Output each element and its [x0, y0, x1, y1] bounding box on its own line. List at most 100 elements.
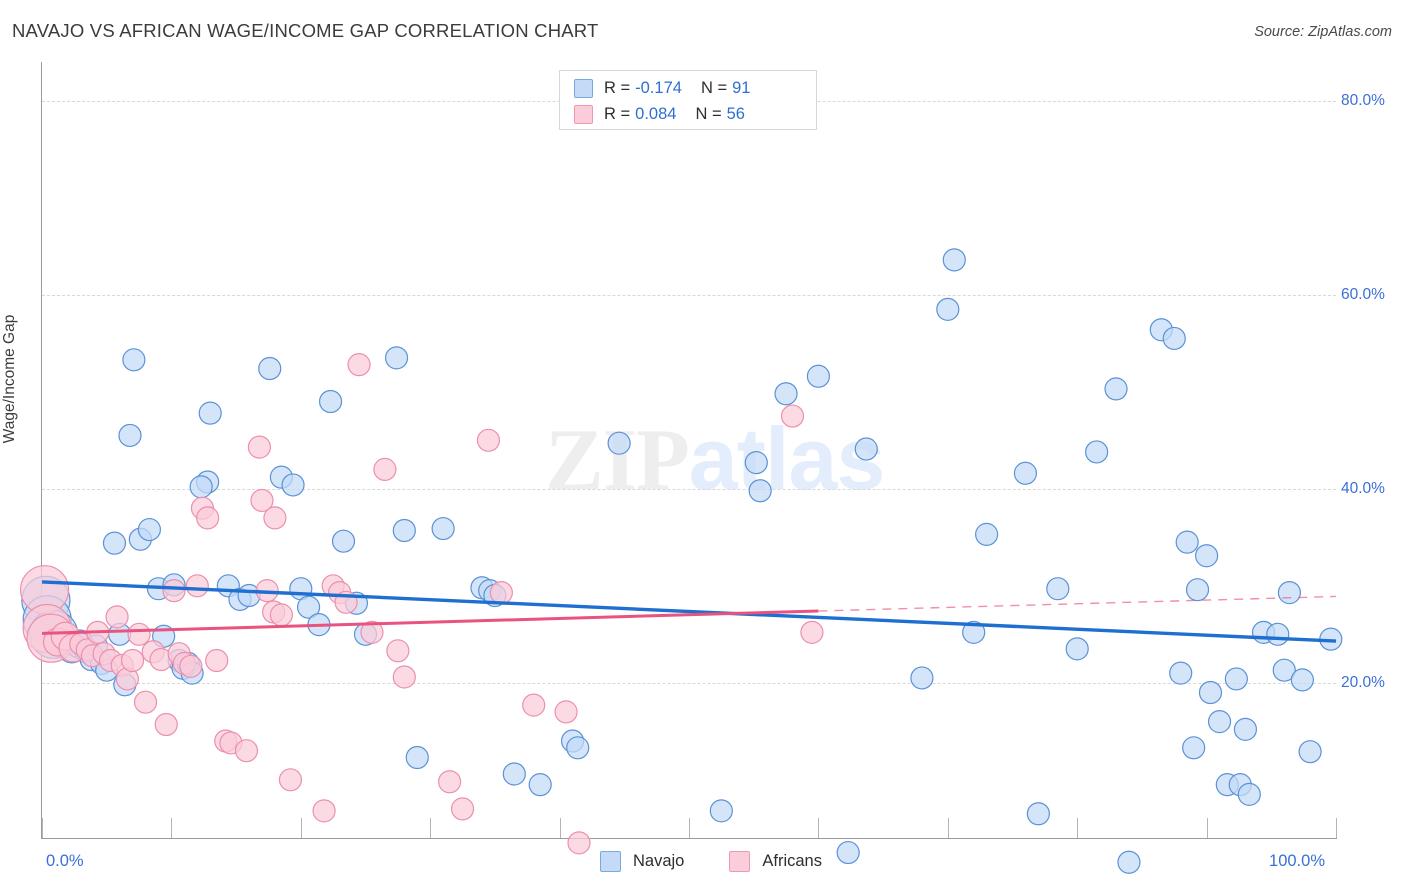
data-point: [1182, 736, 1206, 760]
data-point: [278, 768, 303, 792]
data-point: [392, 665, 416, 689]
data-point: [476, 428, 501, 452]
data-point: [806, 364, 831, 388]
data-point: [347, 353, 371, 377]
data-point: [566, 736, 590, 760]
data-point: [1277, 580, 1302, 605]
data-point: [489, 580, 513, 605]
data-point: [1290, 668, 1314, 692]
data-point: [1266, 622, 1290, 646]
scatter-plot-layer: [19, 248, 1343, 874]
data-point: [780, 404, 805, 428]
legend-item-navajo[interactable]: Navajo: [600, 851, 684, 872]
data-point: [1198, 680, 1223, 705]
data-point: [137, 517, 161, 542]
data-point: [1169, 661, 1193, 685]
data-point: [744, 451, 768, 475]
y-axis-tick-label: 40.0%: [1341, 479, 1385, 497]
data-point: [269, 603, 293, 627]
stat-row-africans: R = 0.084 N = 56: [574, 101, 745, 127]
navajo-swatch-icon: [574, 78, 593, 98]
data-point: [133, 690, 158, 714]
data-point: [709, 799, 733, 823]
data-point: [936, 297, 960, 321]
trendline-navajo: [41, 580, 1337, 643]
data-point: [1194, 544, 1219, 568]
legend-label-africans: Africans: [762, 852, 822, 870]
data-point: [431, 516, 455, 541]
data-point: [281, 473, 305, 497]
data-point: [127, 622, 151, 646]
data-point: [1162, 326, 1186, 351]
y-axis-tick-label: 80.0%: [1341, 91, 1385, 109]
navajo-n-value: 91: [732, 78, 751, 97]
data-point: [1233, 717, 1258, 741]
data-point: [102, 531, 127, 555]
data-point: [258, 356, 282, 381]
data-point: [800, 620, 824, 644]
data-point: [1237, 782, 1261, 806]
data-point: [975, 522, 999, 546]
data-point: [774, 382, 798, 406]
data-point: [1085, 440, 1109, 464]
y-axis-tick-label: 60.0%: [1341, 285, 1385, 303]
data-point: [198, 401, 222, 425]
data-point: [854, 437, 878, 461]
data-point: [247, 435, 271, 459]
data-point: [122, 348, 146, 372]
data-point: [179, 654, 203, 678]
data-point: [1046, 577, 1070, 601]
data-point: [392, 518, 416, 543]
data-point: [234, 739, 259, 763]
africans-legend-swatch-icon: [729, 851, 751, 872]
legend-label-navajo: Navajo: [633, 852, 685, 870]
data-point: [205, 648, 229, 673]
data-point: [196, 506, 220, 530]
data-point: [942, 248, 966, 272]
data-point: [450, 797, 475, 821]
data-point: [522, 693, 546, 717]
data-point: [1117, 850, 1141, 874]
data-point: [263, 506, 287, 530]
africans-r-label: R =: [604, 104, 631, 123]
data-point: [1185, 578, 1210, 602]
data-point: [1207, 709, 1232, 734]
data-point: [386, 639, 410, 663]
data-point: [118, 423, 142, 448]
africans-r-value: 0.084: [635, 104, 677, 123]
navajo-legend-swatch-icon: [600, 851, 621, 872]
data-point: [373, 457, 397, 481]
navajo-n-label: N =: [700, 78, 728, 97]
data-point: [1026, 802, 1050, 826]
data-point: [318, 389, 343, 414]
data-point: [1104, 377, 1128, 401]
navajo-r-value: -0.174: [635, 78, 682, 97]
data-point: [910, 666, 934, 690]
data-point: [1175, 530, 1199, 554]
data-point: [1298, 740, 1322, 764]
y-axis-tick-label: 20.0%: [1341, 673, 1385, 691]
data-point: [528, 773, 552, 797]
trendline-africans: [41, 609, 819, 635]
data-point: [162, 579, 186, 603]
data-point: [438, 770, 462, 794]
data-point: [748, 479, 772, 503]
data-point: [120, 648, 145, 673]
data-point: [105, 605, 129, 629]
stat-row-navajo: R = -0.174 N = 91: [574, 75, 750, 101]
data-point: [185, 574, 209, 598]
data-point: [405, 745, 429, 770]
data-point: [1013, 461, 1038, 485]
data-point: [312, 799, 336, 823]
data-point: [1065, 637, 1089, 661]
x-axis-tick-label: 0.0%: [46, 852, 84, 870]
x-axis-tick-label: 100.0%: [1269, 852, 1325, 870]
data-point: [1224, 667, 1248, 691]
data-point: [554, 700, 578, 724]
africans-n-label: N =: [695, 104, 722, 123]
data-point: [502, 762, 526, 786]
legend-item-africans[interactable]: Africans: [729, 851, 822, 872]
chart-legend: Navajo Africans: [600, 851, 867, 872]
africans-n-value: 56: [726, 104, 745, 123]
data-point: [384, 346, 409, 370]
